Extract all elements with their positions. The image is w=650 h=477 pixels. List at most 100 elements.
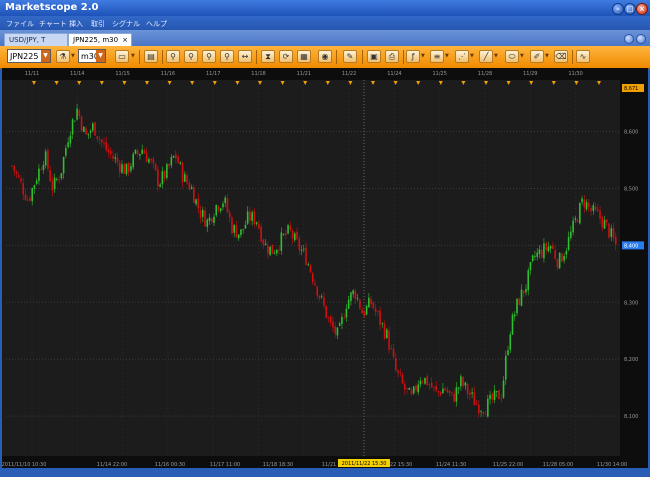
menu-file[interactable]: ファイル	[6, 19, 34, 29]
candle-body	[451, 392, 453, 394]
maximize-icon[interactable]: □	[624, 3, 636, 15]
candle-body	[159, 184, 161, 187]
chevron-down-icon[interactable]: ▼	[96, 50, 105, 62]
window-icon[interactable]: ▭	[115, 50, 129, 63]
candle-body	[399, 373, 402, 374]
candle-body	[195, 199, 197, 205]
eraser-icon[interactable]: ⌫	[554, 50, 568, 63]
candle-body	[271, 244, 274, 254]
candle-body	[428, 384, 431, 386]
candle-body	[208, 217, 211, 221]
candle-body	[148, 159, 150, 163]
candle-body	[175, 154, 177, 159]
chart-type-icon[interactable]: ⚗	[56, 50, 70, 63]
zoom-fit-icon[interactable]: ⚲	[220, 50, 234, 63]
candle-body	[296, 231, 298, 240]
candle-body	[354, 290, 357, 300]
candle-body	[329, 316, 332, 323]
chevron-down-icon[interactable]: ▼	[520, 53, 524, 59]
tab-jpn225[interactable]: JPN225, m30 ×	[68, 33, 132, 46]
candle-body	[412, 386, 415, 394]
candle-body	[462, 377, 464, 386]
candle-body	[228, 212, 231, 218]
chevron-down-icon[interactable]: ▼	[131, 53, 135, 59]
chevron-down-icon[interactable]: ▼	[421, 53, 425, 59]
candle-body	[504, 355, 507, 380]
candle-body	[401, 374, 404, 384]
zoom-in-icon[interactable]: ⚲	[184, 50, 198, 63]
annotation-icon[interactable]: ✐	[530, 50, 544, 63]
candle-body	[336, 327, 339, 336]
candle-body	[87, 133, 90, 135]
list-icon[interactable]: ≡	[430, 50, 444, 63]
candle-body	[157, 169, 159, 187]
zoom-out-icon[interactable]: ⚲	[202, 50, 216, 63]
indicator-icon[interactable]: ƒ	[406, 50, 420, 63]
menu-chart[interactable]: チャート	[39, 19, 67, 29]
image-icon[interactable]: ▣	[367, 50, 381, 63]
restore-icon[interactable]	[624, 34, 634, 44]
refresh-icon[interactable]: ⟳	[279, 50, 293, 63]
timeframe-select[interactable]: m30 ▼	[78, 49, 106, 63]
tab-usdjpy[interactable]: USD/JPY, T	[4, 33, 68, 46]
chart-settings-icon[interactable]: ▤	[144, 50, 158, 63]
candle-body	[484, 414, 487, 416]
print-icon[interactable]: ⎙	[385, 50, 399, 63]
candle-body	[536, 252, 538, 257]
candle-body	[318, 295, 321, 298]
price-chart[interactable]: 8,600 8,500 8,400 8,300 8,200 8,100 8,671 11/11…	[2, 68, 648, 468]
candle-body	[215, 204, 218, 216]
candle-body	[154, 163, 157, 171]
close-doc-icon[interactable]	[636, 34, 646, 44]
candle-body	[475, 403, 478, 405]
tab-label: JPN225, m30	[73, 36, 119, 44]
menu-help[interactable]: ヘルプ	[146, 19, 167, 29]
candle-body	[161, 171, 164, 185]
separator	[362, 50, 363, 64]
candle-body	[437, 391, 440, 393]
hourglass-icon[interactable]: ⧗	[261, 50, 275, 63]
close-icon[interactable]: ×	[636, 3, 648, 15]
menu-trade[interactable]: 取引	[91, 19, 105, 29]
menu-signal[interactable]: シグナル	[112, 19, 140, 29]
chevron-down-icon[interactable]: ▼	[445, 53, 449, 59]
candle-body	[368, 297, 370, 308]
pencil-icon[interactable]: ✎	[343, 50, 357, 63]
menu-insert[interactable]: 挿入	[69, 19, 83, 29]
chevron-down-icon[interactable]: ▼	[71, 53, 75, 59]
candle-body	[527, 270, 530, 291]
candle-body	[260, 226, 262, 242]
candle-body	[204, 210, 206, 227]
candle-body	[31, 188, 33, 202]
candle-body	[276, 249, 278, 254]
zoom-icon[interactable]: ⚲	[166, 50, 180, 63]
candle-body	[511, 314, 514, 335]
date-label: 11/28	[478, 71, 492, 77]
line-tool-icon[interactable]: ╱	[479, 50, 493, 63]
candle-body	[545, 243, 547, 250]
wave-icon[interactable]: ∿	[576, 50, 590, 63]
chevron-down-icon[interactable]: ▼	[41, 50, 50, 62]
grid-icon[interactable]: ▦	[297, 50, 311, 63]
date-label: 11/30	[568, 71, 582, 77]
chart-panel[interactable]: 8,600 8,500 8,400 8,300 8,200 8,100 8,671 11/11…	[2, 68, 648, 468]
candle-body	[240, 229, 242, 236]
minimize-icon[interactable]: –	[612, 3, 624, 15]
fan-icon[interactable]: ⋰	[455, 50, 469, 63]
candle-body	[466, 384, 469, 395]
tab-label: USD/JPY, T	[9, 36, 46, 44]
scroll-icon[interactable]: ↔	[238, 50, 252, 63]
candle-body	[419, 380, 422, 385]
close-tab-icon[interactable]: ×	[122, 34, 128, 46]
chevron-down-icon[interactable]: ▼	[545, 53, 549, 59]
separator	[403, 50, 404, 64]
candle-body	[325, 305, 328, 319]
shape-tool-icon[interactable]: ⬭	[505, 50, 519, 63]
candle-body	[453, 393, 455, 402]
candle-body	[116, 157, 119, 163]
status-bar	[0, 468, 650, 477]
instrument-select[interactable]: JPN225 ▼	[7, 49, 51, 63]
chevron-down-icon[interactable]: ▼	[494, 53, 498, 59]
chevron-down-icon[interactable]: ▼	[470, 53, 474, 59]
globe-icon[interactable]: ◉	[318, 50, 332, 63]
